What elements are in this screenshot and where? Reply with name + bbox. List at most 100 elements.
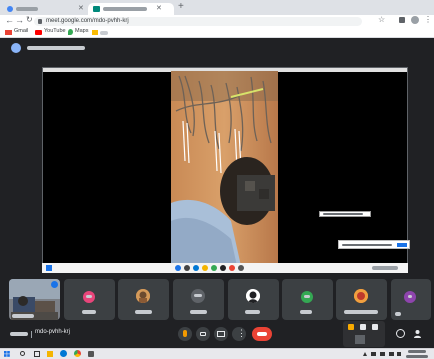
meet-favicon-icon: [93, 6, 100, 12]
taskbar-clock: [405, 350, 431, 358]
back-arrow-icon[interactable]: ←: [5, 15, 14, 25]
cursor-icon: [355, 335, 365, 344]
participant-tile-8[interactable]: [391, 279, 431, 320]
mic-icon: [183, 330, 187, 337]
taskbar-app-icon[interactable]: [88, 351, 94, 357]
mini-toolbar-icon-1[interactable]: [348, 324, 354, 330]
windows-start-icon[interactable]: [4, 351, 10, 357]
taskbar-search-icon[interactable]: [20, 351, 25, 356]
remote-taskbar-apps: [174, 264, 274, 272]
bookmark-star-icon[interactable]: ☆: [378, 15, 385, 24]
separator: [31, 331, 32, 338]
end-call-button[interactable]: [252, 327, 272, 341]
participant-tile-1[interactable]: [9, 279, 60, 320]
presenting-banner: [0, 40, 434, 56]
participant-3-avatar: [136, 289, 150, 303]
participant-2-avatar: [83, 291, 95, 303]
bookmark-folder[interactable]: [100, 31, 108, 35]
participant-4-initial: [194, 294, 202, 297]
more-vert-icon: ⋮: [237, 328, 246, 338]
participant-8-initial: [408, 295, 412, 298]
participant-tile-4[interactable]: [173, 279, 224, 320]
remote-start-icon: [46, 265, 52, 271]
participant-tile-6[interactable]: [282, 279, 333, 320]
participant-7-name: [344, 310, 378, 314]
participant-6-avatar: [301, 291, 313, 303]
meeting-code: mdo-pvhh-krj: [35, 329, 71, 335]
participant-tile-5[interactable]: [228, 279, 279, 320]
participant-3-name: [135, 310, 152, 314]
camera-image: [171, 71, 278, 266]
participant-2-name: [82, 310, 96, 314]
tab-1-close-icon[interactable]: ✕: [78, 4, 84, 12]
browser-tab-strip: ✕ ✕ +: [0, 0, 434, 15]
participant-7-avatar: [354, 289, 368, 303]
participant-8-name: [395, 312, 401, 316]
presenting-banner-text: [27, 46, 85, 50]
more-options-icon[interactable]: [51, 281, 58, 288]
extensions-icon[interactable]: [399, 17, 405, 23]
people-icon[interactable]: [413, 329, 422, 338]
gmail-icon: [5, 30, 12, 35]
participant-5-name: [245, 310, 260, 314]
meeting-time: [10, 332, 28, 336]
remote-taskbar: [42, 263, 408, 273]
browser-tab-2[interactable]: ✕: [88, 3, 174, 15]
address-bar[interactable]: meet.google.com/mdo-pvhh-krj: [34, 17, 362, 26]
participant-4-name: [190, 310, 207, 314]
participant-1-name: [12, 314, 34, 318]
participant-6-name: [300, 310, 312, 314]
tab-favicon-icon: [7, 6, 13, 12]
browser-tab-1[interactable]: ✕: [2, 3, 88, 15]
lock-icon: [38, 19, 42, 24]
participant-tile-2[interactable]: [64, 279, 115, 320]
presenter-avatar: [11, 43, 21, 53]
system-tray: [362, 351, 402, 357]
mini-toolbar-icon-2[interactable]: [360, 324, 366, 330]
participant-tile-3[interactable]: [118, 279, 169, 320]
taskbar-task-view-icon[interactable]: [34, 351, 40, 357]
remote-clock: [372, 266, 398, 270]
maps-icon: [68, 29, 73, 35]
taskbar-explorer-icon[interactable]: [47, 351, 53, 357]
taskbar-clock-date: [406, 355, 428, 358]
forward-arrow-icon[interactable]: →: [15, 15, 24, 25]
present-screen-icon: [217, 331, 225, 337]
new-tab-button[interactable]: +: [178, 1, 184, 12]
participant-8-avatar: [404, 291, 416, 303]
info-icon[interactable]: [396, 329, 405, 338]
reload-icon[interactable]: ↻: [26, 15, 33, 24]
participant-5-avatar: [246, 289, 260, 303]
participant-6-initial: [304, 295, 310, 298]
tab-1-title: [16, 7, 38, 11]
taskbar-clock-time: [408, 350, 426, 353]
folder-icon: [92, 30, 98, 35]
bookmark-youtube[interactable]: YouTube: [44, 28, 66, 34]
os-taskbar: [0, 348, 434, 359]
participant-2-initial: [86, 295, 92, 298]
mic-button[interactable]: [178, 327, 192, 341]
participant-tile-7[interactable]: [336, 279, 387, 320]
bookmarks-bar: Gmail YouTube Maps: [0, 27, 434, 38]
camera-photo: [171, 71, 278, 266]
mini-toolbar[interactable]: [343, 321, 385, 347]
camera-icon: [200, 332, 206, 336]
address-bar-url: meet.google.com/mdo-pvhh-krj: [46, 18, 129, 24]
participant-4-avatar: [191, 289, 205, 303]
present-button[interactable]: [214, 327, 228, 341]
shared-notification: [338, 240, 410, 249]
taskbar-chrome-icon[interactable]: [74, 350, 81, 357]
tab-2-title: [103, 7, 147, 11]
browser-menu-icon[interactable]: ⋮: [424, 15, 432, 24]
profile-avatar[interactable]: [411, 16, 419, 24]
hang-up-icon: [257, 332, 267, 336]
bookmark-gmail[interactable]: Gmail: [14, 28, 28, 34]
youtube-icon: [35, 30, 42, 35]
taskbar-edge-icon[interactable]: [60, 350, 67, 357]
camera-button[interactable]: [196, 327, 210, 341]
bookmark-maps[interactable]: Maps: [75, 28, 88, 34]
mini-toolbar-icon-3[interactable]: [372, 324, 378, 330]
more-options-button[interactable]: ⋮: [232, 327, 246, 341]
shared-tooltip: [319, 211, 371, 217]
tab-2-close-icon[interactable]: ✕: [156, 4, 162, 12]
